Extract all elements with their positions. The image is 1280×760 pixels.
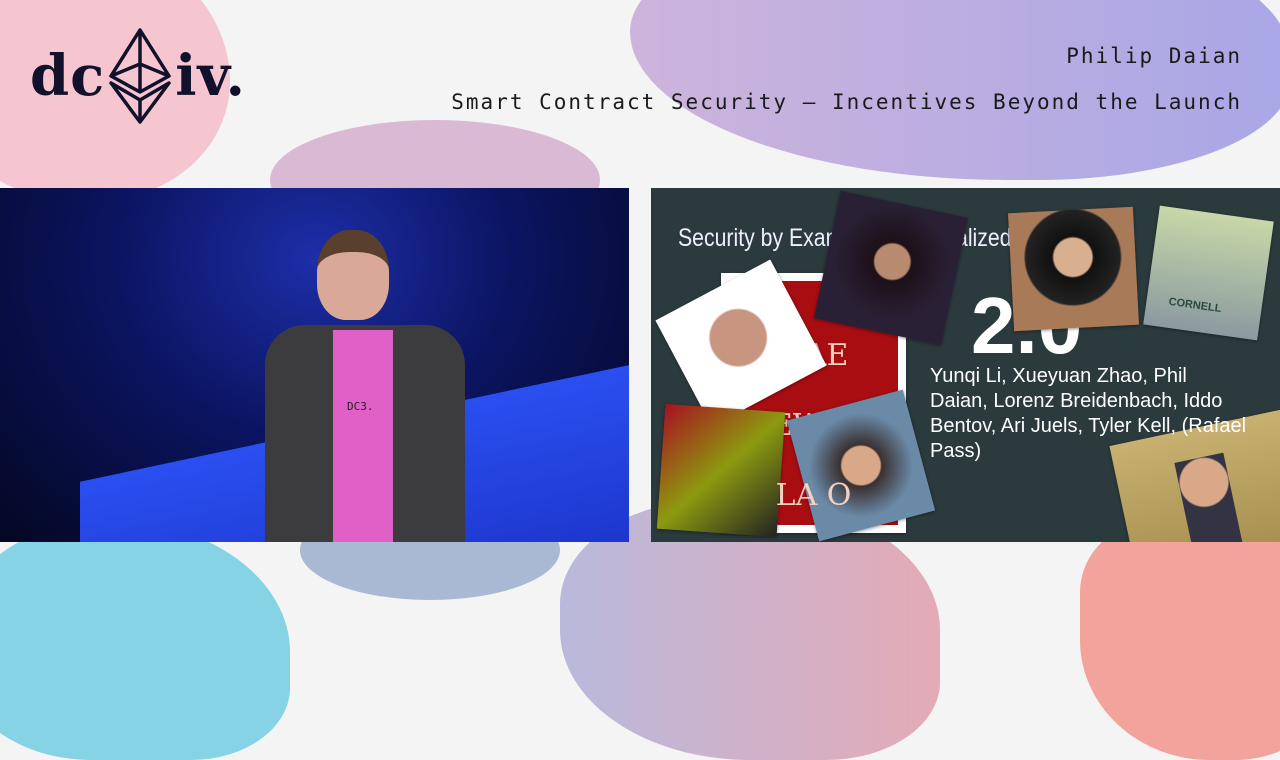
presentation-slide[interactable]: Security by Exam alized 2.0 HAEEWISLA O … [651, 188, 1280, 542]
author-photo: CORNELL [1143, 205, 1274, 341]
speaker-video[interactable]: DC3. [0, 188, 629, 542]
book-text: LA O [775, 478, 852, 513]
shirt-text: CORNELL [1167, 295, 1223, 316]
author-photo [1007, 206, 1140, 332]
logo-text-left: dc [30, 43, 106, 109]
slide-title: Security by Exam [678, 224, 844, 252]
talk-title: Smart Contract Security – Incentives Bey… [451, 90, 1242, 114]
logo-text-right: iv. [175, 43, 246, 109]
conference-logo: dc iv. [30, 28, 246, 124]
bg-blob-blue [0, 520, 290, 760]
bg-blob-salmon [1080, 520, 1280, 760]
ethereum-diamond-icon [109, 28, 172, 124]
author-photo [813, 190, 969, 346]
speaker-figure: DC3. [255, 230, 470, 542]
shirt-text: DC3. [347, 400, 374, 413]
slide-authors: Yunqi Li, Xueyuan Zhao, Phil Daian, Lore… [930, 365, 1247, 462]
speaker-name: Philip Daian [1066, 44, 1242, 68]
